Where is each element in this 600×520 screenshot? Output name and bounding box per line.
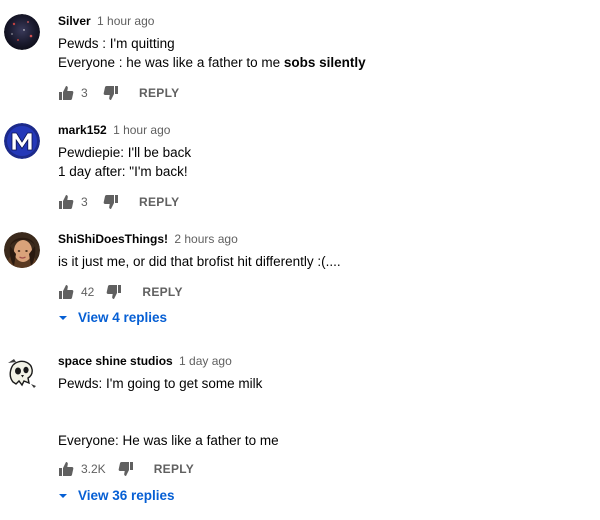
comment-body: space shine studios 1 day ago Pewds: I'm… (58, 353, 590, 450)
cartoon-skull-avatar-icon (4, 354, 40, 390)
dark-space-avatar-icon (4, 14, 40, 50)
comment-text: is it just me, or did that brofist hit d… (58, 254, 341, 269)
comment-text (58, 393, 590, 412)
thumbs-up-icon[interactable] (58, 461, 74, 477)
view-replies-button[interactable]: View 36 replies (58, 488, 175, 503)
view-replies-label: View 36 replies (78, 488, 175, 503)
author-name[interactable]: mark152 (58, 123, 107, 137)
comment-text: Pewds : I'm quitting (58, 36, 175, 51)
avatar[interactable] (4, 14, 40, 50)
thumbs-up-icon[interactable] (58, 194, 74, 210)
letter-m-avatar-icon (4, 123, 40, 159)
comment-text: Pewdiepie: I'll be back (58, 145, 192, 160)
author-name[interactable]: Silver (58, 14, 91, 28)
comment-body: mark152 1 hour ago Pewdiepie: I'll be ba… (58, 122, 590, 181)
author-name[interactable]: space shine studios (58, 354, 173, 368)
comment-timestamp[interactable]: 1 hour ago (97, 14, 154, 28)
comment-actions: 3.2K REPLY (58, 460, 194, 478)
reply-button[interactable]: REPLY (154, 462, 194, 476)
view-replies-button[interactable]: View 4 replies (58, 310, 167, 325)
like-count: 42 (81, 285, 95, 299)
comment-header: ShiShiDoesThings! 2 hours ago (58, 231, 590, 247)
comment-actions: 42 REPLY (58, 283, 183, 301)
thumbs-down-icon[interactable] (103, 194, 119, 210)
comment-text: Everyone: He was like a father to me (58, 433, 279, 448)
thumbs-up-icon[interactable] (58, 85, 74, 101)
thumbs-down-icon[interactable] (118, 461, 134, 477)
comment-thread: mark152 1 hour ago Pewdiepie: I'll be ba… (0, 119, 600, 219)
view-replies-label: View 4 replies (78, 310, 168, 325)
comment-thread: Silver 1 hour ago Pewds : I'm quitting E… (0, 10, 600, 110)
comment-text (58, 412, 590, 431)
reply-button[interactable]: REPLY (139, 86, 179, 100)
reply-button[interactable]: REPLY (139, 195, 179, 209)
author-name[interactable]: ShiShiDoesThings! (58, 232, 168, 246)
comment-text: 1 day after: "I'm back! (58, 164, 188, 179)
comment-header: space shine studios 1 day ago (58, 353, 590, 369)
comment-text: Pewds: I'm going to get some milk (58, 376, 263, 391)
thumbs-down-icon[interactable] (103, 85, 119, 101)
like-count: 3 (81, 86, 88, 100)
comment-thread: space shine studios 1 day ago Pewds: I'm… (0, 348, 600, 513)
comment-thread: ShiShiDoesThings! 2 hours ago is it just… (0, 228, 600, 338)
like-count: 3.2K (81, 462, 106, 476)
comment-header: Silver 1 hour ago (58, 13, 590, 29)
comment-timestamp[interactable]: 1 day ago (179, 354, 232, 368)
comment-actions: 3 REPLY (58, 193, 179, 211)
avatar[interactable] (4, 232, 40, 268)
comment-body: ShiShiDoesThings! 2 hours ago is it just… (58, 231, 590, 271)
comment-actions: 3 REPLY (58, 84, 179, 102)
thumbs-down-icon[interactable] (106, 284, 122, 300)
avatar[interactable] (4, 123, 40, 159)
caret-down-icon (59, 315, 67, 320)
comment-timestamp[interactable]: 2 hours ago (174, 232, 237, 246)
comment-text: Everyone : he was like a father to me so… (58, 55, 366, 70)
caret-down-icon (59, 493, 67, 498)
avatar[interactable] (4, 354, 40, 390)
like-count: 3 (81, 195, 88, 209)
comment-timestamp[interactable]: 1 hour ago (113, 123, 170, 137)
reply-button[interactable]: REPLY (142, 285, 182, 299)
person-photo-avatar-icon (4, 232, 40, 268)
comment-header: mark152 1 hour ago (58, 122, 590, 138)
comment-body: Silver 1 hour ago Pewds : I'm quitting E… (58, 13, 590, 72)
thumbs-up-icon[interactable] (58, 284, 74, 300)
